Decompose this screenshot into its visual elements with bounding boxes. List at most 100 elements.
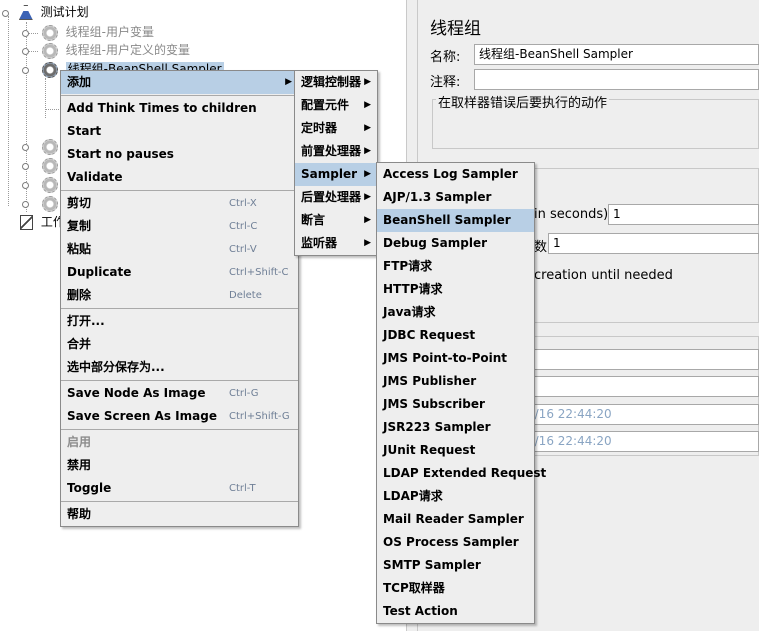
menu-separator [61,501,298,502]
loop-count-field[interactable]: 1 [548,233,759,254]
shortcut-label: Ctrl-X [229,198,257,209]
sampler-item[interactable]: Test Action [377,600,534,623]
menu-item-add-think-times[interactable]: Add Think Times to children [61,97,298,120]
panel-title: 线程组 [430,19,481,39]
menu-item-toggle[interactable]: Toggle Ctrl-T [61,477,298,500]
delay-thread-creation-label: creation until needed [534,268,673,283]
sampler-item[interactable]: SMTP Sampler [377,554,534,577]
submenu-arrow-icon: ▶ [364,100,371,110]
menu-separator [61,190,298,191]
sampler-item-beanshell[interactable]: BeanShell Sampler [377,209,534,232]
expand-handle-icon[interactable] [22,182,29,189]
menu-item-save-selection-as[interactable]: 选中部分保存为... [61,356,298,379]
menu-item-save-node-image[interactable]: Save Node As Image Ctrl-G [61,382,298,405]
expand-handle-icon[interactable] [22,201,29,208]
context-menu: 添加 ▶ Add Think Times to children Start S… [60,70,299,527]
expand-handle-icon[interactable] [2,10,9,17]
sampler-item[interactable]: JSR223 Sampler [377,416,534,439]
tree-connector [8,16,9,206]
submenu-item-post-processor[interactable]: 后置处理器 ▶ [295,186,377,209]
add-submenu: 逻辑控制器 ▶ 配置元件 ▶ 定时器 ▶ 前置处理器 ▶ Sampler ▶ 后置处理器 ▶… [294,70,378,256]
submenu-item-config-element[interactable]: 配置元件 ▶ [295,94,377,117]
menu-item-label: 配置元件 [301,98,350,112]
expand-handle-icon[interactable] [22,144,29,151]
tree-node-collapsed[interactable] [22,175,62,194]
menu-item-disable[interactable]: 禁用 [61,454,298,477]
submenu-item-timer[interactable]: 定时器 ▶ [295,117,377,140]
loop-count-label: 数 [534,240,548,255]
shortcut-label: Ctrl-V [229,244,257,255]
menu-item-cut[interactable]: 剪切 Ctrl-X [61,192,298,215]
tree-node-thread-group-user-vars[interactable]: 线程组-用户变量 [22,23,154,42]
sampler-item[interactable]: AJP/1.3 Sampler [377,186,534,209]
sampler-item[interactable]: JMS Point-to-Point [377,347,534,370]
sampler-item[interactable]: JMS Subscriber [377,393,534,416]
ramp-up-field[interactable]: 1 [608,204,759,225]
thread-group-gear-icon [41,24,58,41]
tree-connector [45,78,46,118]
thread-group-gear-icon [41,42,58,59]
submenu-item-assertion[interactable]: 断言 ▶ [295,209,377,232]
menu-separator [61,95,298,96]
tree-node-thread-group-user-defined-vars[interactable]: 线程组-用户定义的变量 [22,41,190,60]
menu-item-open[interactable]: 打开... [61,310,298,333]
expand-handle-icon[interactable] [22,163,29,170]
comment-field[interactable] [474,69,759,90]
sampler-item[interactable]: OS Process Sampler [377,531,534,554]
menu-item-add[interactable]: 添加 ▶ [61,71,298,94]
menu-separator [61,380,298,381]
submenu-item-logic-controller[interactable]: 逻辑控制器 ▶ [295,71,377,94]
sampler-item[interactable]: JUnit Request [377,439,534,462]
shortcut-label: Ctrl+Shift-C [229,267,289,278]
submenu-item-sampler[interactable]: Sampler ▶ [295,163,377,186]
tree-node-collapsed[interactable] [22,137,62,156]
shortcut-label: Ctrl-T [229,483,256,494]
sampler-item[interactable]: TCP取样器 [377,577,534,600]
menu-item-label: Save Screen As Image [67,409,217,423]
sampler-item[interactable]: JMS Publisher [377,370,534,393]
submenu-arrow-icon: ▶ [364,215,371,225]
menu-item-validate[interactable]: Validate [61,166,298,189]
tree-node-collapsed[interactable] [22,156,62,175]
sampler-item[interactable]: HTTP请求 [377,278,534,301]
expand-handle-icon[interactable] [22,30,29,37]
sampler-item[interactable]: JDBC Request [377,324,534,347]
menu-item-delete[interactable]: 删除 Delete [61,284,298,307]
sampler-item[interactable]: LDAP Extended Request [377,462,546,485]
name-field[interactable]: 线程组-BeanShell Sampler [474,44,759,65]
menu-item-label: 删除 [67,288,92,302]
scheduler-field-2[interactable] [522,376,759,397]
menu-item-duplicate[interactable]: Duplicate Ctrl+Shift-C [61,261,298,284]
menu-item-help[interactable]: 帮助 [61,503,298,526]
tree-node-collapsed[interactable] [22,194,62,213]
menu-item-label: 后置处理器 [301,190,362,204]
menu-item-paste[interactable]: 粘贴 Ctrl-V [61,238,298,261]
start-time-field[interactable]: 9/16 22:44:20 [522,404,759,425]
comment-label: 注释: [430,75,461,90]
expand-handle-icon[interactable] [22,48,29,55]
sampler-item[interactable]: Java请求 [377,301,534,324]
sampler-item[interactable]: LDAP请求 [377,485,534,508]
shortcut-label: Ctrl+Shift-G [229,411,290,422]
submenu-arrow-icon: ▶ [285,77,292,87]
submenu-item-listener[interactable]: 监听器 ▶ [295,232,377,255]
menu-item-save-screen-image[interactable]: Save Screen As Image Ctrl+Shift-G [61,405,298,428]
thread-group-gear-icon [41,195,58,212]
end-time-field[interactable]: 9/16 22:44:20 [522,431,759,452]
submenu-arrow-icon: ▶ [364,123,371,133]
shortcut-label: Ctrl-C [229,221,258,232]
menu-item-start[interactable]: Start [61,120,298,143]
tree-node-label: 线程组-用户变量 [65,25,154,39]
menu-item-copy[interactable]: 复制 Ctrl-C [61,215,298,238]
submenu-item-pre-processor[interactable]: 前置处理器 ▶ [295,140,377,163]
tree-root-test-plan[interactable]: 测试计划 [2,3,89,22]
expand-handle-icon[interactable] [22,67,29,74]
sampler-item[interactable]: Debug Sampler [377,232,534,255]
menu-item-merge[interactable]: 合并 [61,333,298,356]
scheduler-field-1[interactable] [522,349,759,370]
menu-item-enable[interactable]: 启用 [61,431,298,454]
sampler-item[interactable]: FTP请求 [377,255,534,278]
sampler-item[interactable]: Mail Reader Sampler [377,508,534,531]
menu-item-start-no-pauses[interactable]: Start no pauses [61,143,298,166]
sampler-item[interactable]: Access Log Sampler [377,163,534,186]
